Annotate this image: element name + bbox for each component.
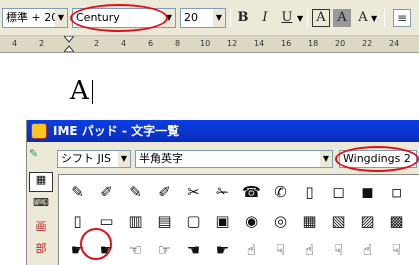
ime-pad-window: IME パッド - 文字一覧 ✎ ▦ ⌨ 画 部 シフト JIS ▼ 半角英字 … <box>26 120 419 265</box>
char-border-button[interactable]: A <box>312 9 330 27</box>
ruler-tick: 12 <box>227 39 238 48</box>
glyph-cell[interactable]: ◉ <box>237 208 266 234</box>
text-effect-button[interactable]: A <box>354 9 372 27</box>
ime-app-icon <box>31 123 47 139</box>
glyph-cell[interactable]: ☝ <box>353 237 382 263</box>
glyph-cell[interactable]: ▩ <box>382 208 411 234</box>
glyph-cell[interactable]: ☚ <box>179 237 208 263</box>
glyph-cell[interactable]: ▢ <box>179 208 208 234</box>
charset-select[interactable]: シフト JIS ▼ <box>57 150 131 168</box>
ruler-tick: 24 <box>389 39 400 48</box>
glyph-cell[interactable]: ▧ <box>324 208 353 234</box>
glyph-cell[interactable]: ▥ <box>121 208 150 234</box>
glyph-cell[interactable]: ▦ <box>295 208 324 234</box>
glyph-cell[interactable]: ◼ <box>353 179 382 205</box>
size-value: 20 <box>184 11 198 24</box>
highlight-circle-glyph <box>80 228 112 260</box>
ruler-tick: 22 <box>362 39 373 48</box>
highlight-circle-wingdings <box>335 146 419 172</box>
glyph-cell[interactable]: ☎ <box>237 179 266 205</box>
ruler-tick: 18 <box>308 39 319 48</box>
glyph-cell[interactable]: ✁ <box>208 179 237 205</box>
chevron-down-icon[interactable]: ▼ <box>371 14 377 23</box>
ruler-tick: 2 <box>94 39 100 48</box>
char-list-icon[interactable]: ▦ <box>29 172 53 192</box>
range-value: 半角英字 <box>139 152 183 165</box>
chevron-down-icon[interactable]: ▼ <box>320 151 332 167</box>
glyph-cell[interactable]: ✐ <box>150 179 179 205</box>
glyph-cell[interactable]: ▯ <box>295 179 324 205</box>
glyph-cell[interactable]: ✎ <box>121 179 150 205</box>
chevron-down-icon[interactable]: ▼ <box>297 14 303 23</box>
glyph-cell[interactable]: ▤ <box>150 208 179 234</box>
ime-title: IME パッド - 文字一覧 <box>53 124 180 138</box>
glyph-cell[interactable]: ☟ <box>266 237 295 263</box>
glyph-cell[interactable]: ◽ <box>382 179 411 205</box>
ruler-tick: 4 <box>12 39 18 48</box>
ruler-tick: 6 <box>148 39 154 48</box>
align-justify-button[interactable]: ≡ <box>393 9 411 27</box>
glyph-cell[interactable]: ☟ <box>324 237 353 263</box>
ruler-tick: 8 <box>175 39 181 48</box>
ruler-tick: 2 <box>39 39 45 48</box>
glyph-cell[interactable]: ◻ <box>324 179 353 205</box>
formatting-toolbar: 標準 + 20 ▼ Century ▼ 20 ▼ B I U ▼ A A A ▼… <box>0 0 419 36</box>
chevron-down-icon[interactable]: ▼ <box>213 9 225 27</box>
glyph-cell[interactable]: ✐ <box>92 179 121 205</box>
glyph-cell[interactable]: ☞ <box>150 237 179 263</box>
char-shading-button[interactable]: A <box>333 9 351 27</box>
glyph-cell[interactable]: ☛ <box>208 237 237 263</box>
text-cursor <box>92 80 93 104</box>
glyph-cell[interactable]: ☟ <box>382 237 411 263</box>
indent-marker-icon[interactable] <box>62 35 76 53</box>
character-grid[interactable]: ✎ ✐ ✎ ✐ ✂ ✁ ☎ ✆ ▯ ◻ ◼ ◽ ▯ ▭ ▥ ▤ ▢ ▣ ◉ ◎ ▦ ▧ ▨ ▩ ☛ ☛ ☜ ☞ ☚ ☛ ☝ ☟ ☝ ☟ ☝ ☟ <box>58 174 419 265</box>
ruler-tick: 14 <box>254 39 265 48</box>
document-text: A <box>70 76 89 106</box>
component-icon[interactable]: 部 <box>29 240 53 260</box>
glyph-cell[interactable]: ▣ <box>208 208 237 234</box>
chevron-down-icon[interactable]: ▼ <box>55 9 67 27</box>
ruler-tick: 20 <box>335 39 346 48</box>
style-combo[interactable]: 標準 + 20 ▼ <box>2 8 68 28</box>
glyph-cell[interactable]: ◎ <box>266 208 295 234</box>
glyph-cell[interactable]: ☝ <box>237 237 266 263</box>
charset-value: シフト JIS <box>61 152 111 165</box>
underline-button[interactable]: U <box>278 9 296 27</box>
italic-button[interactable]: I <box>256 9 274 27</box>
range-select[interactable]: 半角英字 ▼ <box>135 150 333 168</box>
glyph-cell[interactable]: ▨ <box>353 208 382 234</box>
highlight-circle-font <box>70 4 168 32</box>
glyph-cell[interactable]: ☝ <box>295 237 324 263</box>
ruler-tick: 16 <box>281 39 292 48</box>
size-combo[interactable]: 20 ▼ <box>180 8 226 28</box>
style-value: 標準 + 20 <box>6 11 59 24</box>
chevron-down-icon[interactable]: ▼ <box>118 151 130 167</box>
ruler[interactable]: 4 2 2 4 6 8 10 12 14 16 18 20 22 24 <box>0 35 419 53</box>
handwriting-icon[interactable]: ✎ <box>29 147 53 167</box>
ruler-tick: 10 <box>200 39 211 48</box>
ime-titlebar[interactable]: IME パッド - 文字一覧 <box>27 120 419 142</box>
ruler-tick: 4 <box>121 39 127 48</box>
glyph-cell[interactable]: ✎ <box>63 179 92 205</box>
glyph-cell[interactable]: ☜ <box>121 237 150 263</box>
glyph-cell[interactable]: ✆ <box>266 179 295 205</box>
bold-button[interactable]: B <box>234 9 252 27</box>
glyph-cell[interactable]: ✂ <box>179 179 208 205</box>
radical-icon[interactable]: 画 <box>29 218 53 238</box>
keyboard-icon[interactable]: ⌨ <box>29 196 53 216</box>
